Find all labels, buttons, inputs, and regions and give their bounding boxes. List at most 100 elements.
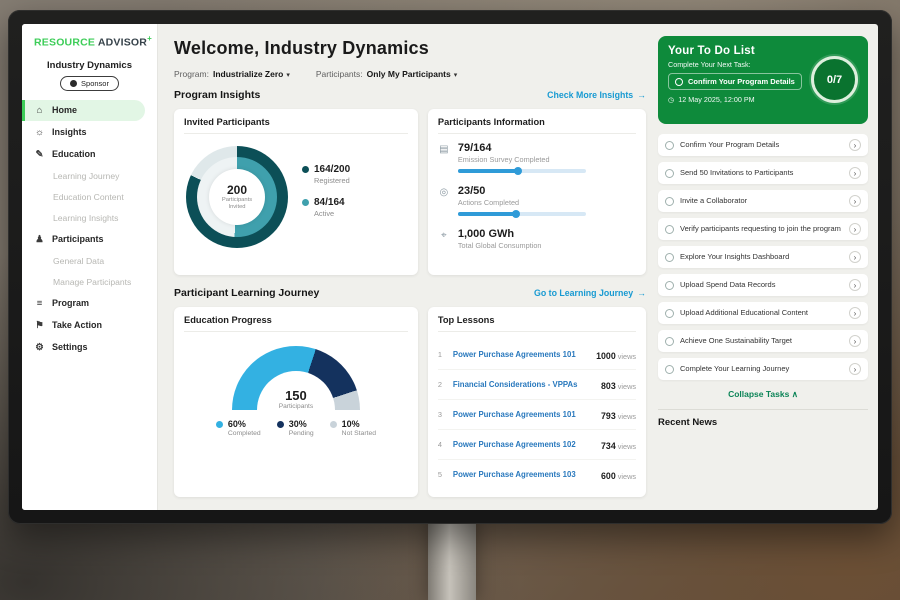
content-column: Welcome, Industry Dynamics Program:Indus… bbox=[174, 36, 646, 510]
task-checkbox[interactable] bbox=[665, 281, 674, 290]
progress-bar bbox=[458, 212, 586, 216]
sidebar-item-label: Learning Journey bbox=[53, 171, 119, 181]
check-more-insights-link[interactable]: Check More Insights→ bbox=[547, 90, 646, 100]
sidebar-item-take-action[interactable]: ⚑Take Action bbox=[22, 315, 157, 336]
todo-task[interactable]: Invite a Collaborator› bbox=[658, 190, 868, 212]
lesson-row: 1Power Purchase Agreements 1011000 views bbox=[438, 340, 636, 370]
main-area: Welcome, Industry Dynamics Program:Indus… bbox=[158, 24, 878, 510]
todo-task[interactable]: Complete Your Learning Journey › bbox=[658, 358, 868, 380]
todo-task[interactable]: Verify participants requesting to join t… bbox=[658, 218, 868, 240]
task-chevron-icon[interactable]: › bbox=[849, 223, 861, 235]
monitor-frame: RESOURCE ADVISOR+ Industry Dynamics Spon… bbox=[8, 10, 892, 524]
participants-filter-label: Participants: bbox=[316, 69, 363, 79]
legend-label: Registered bbox=[314, 176, 350, 185]
progress-fill bbox=[458, 169, 519, 173]
sidebar-item-manage-participants[interactable]: Manage Participants bbox=[22, 272, 157, 292]
chevron-down-icon: ▾ bbox=[454, 72, 458, 79]
task-chevron-icon[interactable]: › bbox=[849, 363, 861, 375]
lesson-row: 4Power Purchase Agreements 102734 views bbox=[438, 430, 636, 460]
lesson-link[interactable]: Power Purchase Agreements 103 bbox=[453, 470, 594, 479]
todo-next-task[interactable]: Confirm Your Program Details bbox=[668, 73, 802, 90]
lesson-link[interactable]: Power Purchase Agreements 101 bbox=[453, 410, 594, 419]
task-chevron-icon[interactable]: › bbox=[849, 251, 861, 263]
todo-list: Confirm Your Program Details› Send 50 Inv… bbox=[658, 134, 868, 386]
take-action-icon: ⚑ bbox=[34, 320, 45, 331]
sidebar-item-label: Program bbox=[52, 298, 89, 308]
sponsor-badge[interactable]: Sponsor bbox=[60, 76, 119, 91]
actions-icon: ◎ bbox=[438, 185, 450, 216]
sidebar-item-education-content[interactable]: Education Content bbox=[22, 187, 157, 207]
todo-next-task-label: Confirm Your Program Details bbox=[688, 77, 795, 86]
sidebar-item-learning-journey[interactable]: Learning Journey bbox=[22, 166, 157, 186]
task-checkbox[interactable] bbox=[665, 225, 674, 234]
chevron-up-icon: ∧ bbox=[792, 389, 798, 399]
learning-journey-title: Participant Learning Journey bbox=[174, 287, 319, 299]
task-label: Verify participants requesting to join t… bbox=[680, 224, 843, 234]
task-checkbox[interactable] bbox=[665, 309, 674, 318]
legend-item: 60%Completed bbox=[216, 419, 261, 437]
sidebar-item-program[interactable]: ≡Program bbox=[22, 293, 157, 314]
sidebar-item-insights[interactable]: ☼Insights bbox=[22, 122, 157, 143]
program-filter[interactable]: Program:Industrialize Zero▾ bbox=[174, 69, 290, 79]
sidebar-item-education[interactable]: ✎Education bbox=[22, 144, 157, 165]
participants-filter[interactable]: Participants:Only My Participants▾ bbox=[316, 69, 457, 79]
task-chevron-icon[interactable]: › bbox=[849, 167, 861, 179]
task-chevron-icon[interactable]: › bbox=[849, 139, 861, 151]
stats-list: ▤79/164Emission Survey Completed◎23/50Ac… bbox=[438, 142, 636, 255]
todo-task[interactable]: Upload Additional Educational Content› bbox=[658, 302, 868, 324]
lesson-link[interactable]: Power Purchase Agreements 102 bbox=[453, 440, 594, 449]
education-gauge-chart: 150 Participants bbox=[232, 346, 360, 410]
sidebar-item-participants[interactable]: ♟Participants bbox=[22, 229, 157, 250]
sidebar-item-settings[interactable]: ⚙Settings bbox=[22, 337, 157, 358]
task-chevron-icon[interactable]: › bbox=[849, 335, 861, 347]
legend-value: 164/200 bbox=[314, 164, 350, 175]
todo-task[interactable]: Confirm Your Program Details› bbox=[658, 134, 868, 156]
task-checkbox[interactable] bbox=[665, 365, 674, 374]
arrow-right-icon: → bbox=[637, 288, 646, 298]
sidebar-item-label: Home bbox=[52, 105, 77, 115]
learning-journey-header: Participant Learning Journey Go to Learn… bbox=[174, 287, 646, 299]
views-suffix-label: views bbox=[616, 352, 636, 361]
lesson-rank: 4 bbox=[438, 440, 446, 449]
sidebar-item-general-data[interactable]: General Data bbox=[22, 251, 157, 271]
invited-center-value: 200 bbox=[227, 183, 247, 197]
task-checkbox[interactable] bbox=[665, 337, 674, 346]
sidebar-item-label: Participants bbox=[52, 234, 104, 244]
gauge-center: 150 Participants bbox=[232, 388, 360, 410]
lesson-link[interactable]: Financial Considerations - VPPAs bbox=[453, 380, 594, 389]
gauge-center-value: 150 bbox=[232, 388, 360, 403]
todo-task[interactable]: Send 50 Invitations to Participants› bbox=[658, 162, 868, 184]
lessons-list: 1Power Purchase Agreements 1011000 views… bbox=[438, 340, 636, 489]
task-chevron-icon[interactable]: › bbox=[849, 307, 861, 319]
sidebar-item-learning-insights[interactable]: Learning Insights bbox=[22, 208, 157, 228]
todo-task[interactable]: Upload Spend Data Records › bbox=[658, 274, 868, 296]
task-checkbox[interactable] bbox=[665, 141, 674, 150]
go-to-learning-journey-link[interactable]: Go to Learning Journey→ bbox=[534, 288, 646, 298]
todo-summary-card: Your To Do List Complete Your Next Task:… bbox=[658, 36, 868, 124]
task-checkbox[interactable] bbox=[665, 197, 674, 206]
invited-participants-card: Invited Participants 200 Participants In… bbox=[174, 109, 418, 275]
task-label: Upload Spend Data Records bbox=[680, 280, 843, 290]
recent-news-title: Recent News bbox=[658, 417, 868, 428]
task-label: Complete Your Learning Journey bbox=[680, 364, 843, 374]
views-suffix-label: views bbox=[616, 472, 636, 481]
legend-dot bbox=[330, 421, 337, 428]
lesson-views: 793 bbox=[601, 411, 616, 421]
page-title: Welcome, Industry Dynamics bbox=[174, 38, 646, 59]
sidebar-item-home[interactable]: ⌂Home bbox=[22, 100, 145, 121]
task-chevron-icon[interactable]: › bbox=[849, 279, 861, 291]
lesson-views: 1000 bbox=[596, 351, 616, 361]
lesson-rank: 2 bbox=[438, 380, 446, 389]
insights-icon: ☼ bbox=[34, 127, 45, 138]
collapse-tasks-link[interactable]: Collapse Tasks ∧ bbox=[658, 389, 868, 400]
todo-due-label: 12 May 2025, 12:00 PM bbox=[678, 95, 754, 104]
sidebar-nav: ⌂Home☼Insights✎Education Learning Journey… bbox=[22, 100, 157, 358]
lesson-link[interactable]: Power Purchase Agreements 101 bbox=[453, 350, 589, 359]
task-checkbox[interactable] bbox=[665, 169, 674, 178]
progress-fill bbox=[458, 212, 517, 216]
todo-task[interactable]: Achieve One Sustainability Target› bbox=[658, 330, 868, 352]
task-checkbox[interactable] bbox=[665, 253, 674, 262]
task-chevron-icon[interactable]: › bbox=[849, 195, 861, 207]
sidebar-item-label: Education Content bbox=[53, 192, 124, 202]
todo-task[interactable]: Explore Your Insights Dashboard› bbox=[658, 246, 868, 268]
